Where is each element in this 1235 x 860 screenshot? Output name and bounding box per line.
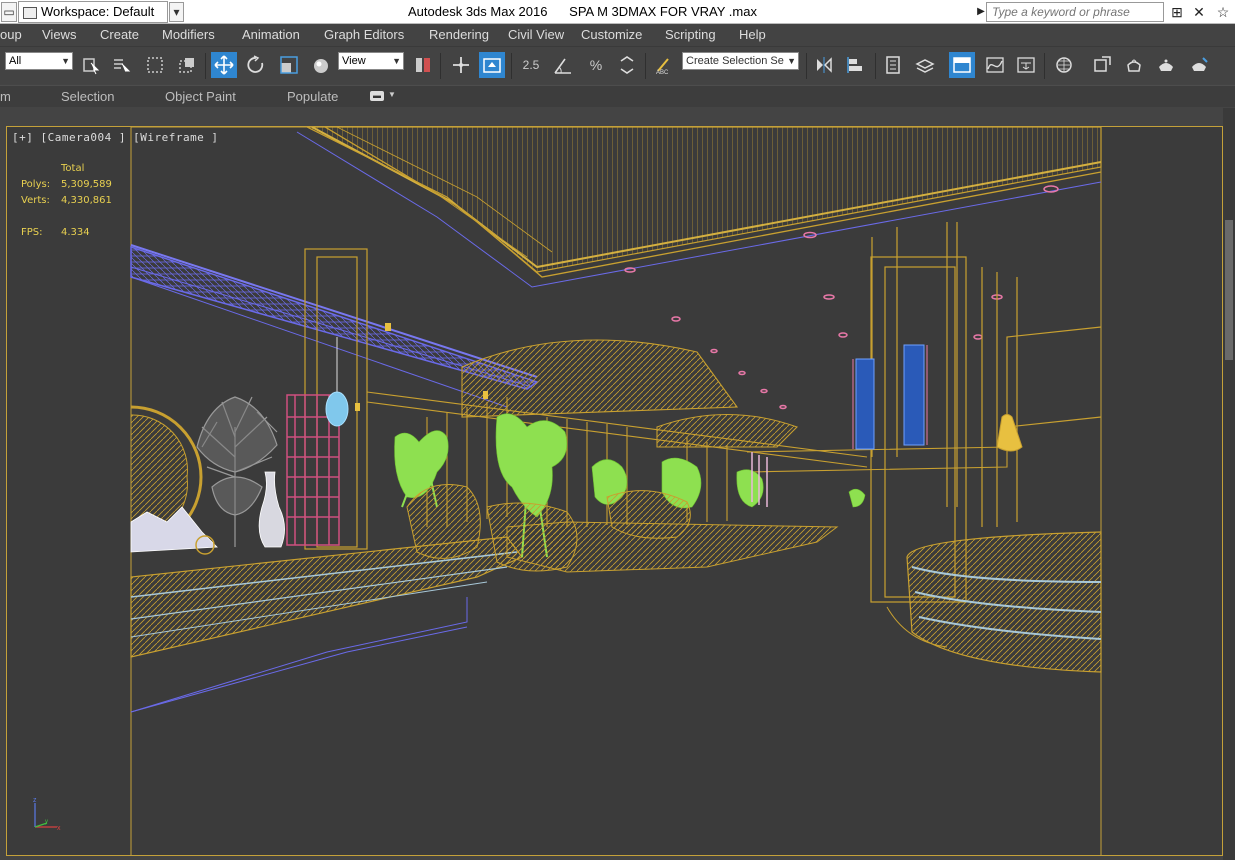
schematic-view-icon[interactable] <box>1013 52 1039 78</box>
render-setup-icon[interactable] <box>1089 52 1115 78</box>
menu-modifiers[interactable]: Modifiers <box>162 27 215 42</box>
spinner-snap-icon[interactable] <box>614 52 640 78</box>
binoculars-icon[interactable]: ⊞ <box>1168 3 1186 21</box>
render-iterative-icon[interactable] <box>1186 52 1212 78</box>
ribbon-tab-selection[interactable]: Selection <box>61 89 114 104</box>
main-toolbar: All ▼ View ▼ 2.5 % ABC Create Selection … <box>0 46 1235 84</box>
chevron-down-icon: ▼ <box>61 56 70 66</box>
menu-group[interactable]: oup <box>0 27 22 42</box>
ribbon-tab-populate[interactable]: Populate <box>287 89 338 104</box>
reference-coord-dropdown[interactable]: View ▼ <box>338 52 404 70</box>
app-icon[interactable]: ▭ <box>1 2 17 22</box>
chevron-down-icon: ▼ <box>787 56 796 66</box>
axis-gizmo-icon: z x y <box>33 797 61 832</box>
material-editor-icon[interactable] <box>1051 52 1077 78</box>
angle-snap-icon[interactable] <box>550 52 576 78</box>
chevron-down-icon: ▼ <box>392 56 401 66</box>
toggle-ribbon-icon[interactable] <box>949 52 975 78</box>
select-object-icon[interactable] <box>78 52 104 78</box>
stats-header: Total <box>61 163 85 174</box>
workspace-label: Workspace: Default <box>41 4 155 19</box>
ribbon-options-icon[interactable]: ▬ <box>370 91 384 101</box>
right-scrollbar[interactable] <box>1223 108 1235 860</box>
rectangle-selection-icon[interactable] <box>142 52 168 78</box>
pivot-center-icon[interactable] <box>410 52 436 78</box>
stats-polys-value: 5,309,589 <box>61 179 112 190</box>
reference-coord-value: View <box>342 55 366 67</box>
svg-text:y: y <box>45 819 48 825</box>
placement-icon[interactable] <box>309 52 335 78</box>
window-crossing-icon[interactable] <box>174 52 200 78</box>
menu-views[interactable]: Views <box>42 27 76 42</box>
ribbon-tab-object-paint[interactable]: Object Paint <box>165 89 236 104</box>
align-icon[interactable] <box>843 52 869 78</box>
scale-icon[interactable] <box>276 52 302 78</box>
svg-text:ABC: ABC <box>656 70 669 75</box>
menu-graph-editors[interactable]: Graph Editors <box>324 27 404 42</box>
workspace-dropdown[interactable]: Workspace: Default <box>18 1 168 23</box>
scrollbar-thumb[interactable] <box>1225 220 1233 360</box>
app-window: ▭ Workspace: Default ▾ Autodesk 3ds Max … <box>0 0 1235 860</box>
percent-snap-icon[interactable]: % <box>583 52 609 78</box>
menu-civil-view[interactable]: Civil View <box>508 27 564 42</box>
menu-create[interactable]: Create <box>100 27 139 42</box>
x-tool-icon[interactable]: ✕ <box>1190 3 1208 21</box>
chevron-down-icon[interactable]: ▼ <box>388 90 396 99</box>
viewport-label[interactable]: [+] [Camera004 ] [Wireframe ] <box>12 131 219 144</box>
rendered-frame-window-icon[interactable] <box>1121 52 1147 78</box>
menu-animation[interactable]: Animation <box>242 27 300 42</box>
stats-fps-value: 4.334 <box>61 227 90 238</box>
ribbon-bar: m Selection Object Paint Populate ▬ ▼ <box>0 85 1235 107</box>
move-icon[interactable] <box>211 52 237 78</box>
select-manipulate-icon[interactable] <box>448 52 474 78</box>
toggle-scene-explorer-icon[interactable] <box>880 52 906 78</box>
menu-bar: oup Views Create Modifiers Animation Gra… <box>0 24 1235 46</box>
stats-verts-value: 4,330,861 <box>61 195 112 206</box>
wireframe-scene <box>130 127 1102 855</box>
title-bar: ▭ Workspace: Default ▾ Autodesk 3ds Max … <box>0 0 1235 24</box>
stats-fps-label: FPS: <box>21 227 43 238</box>
named-selection-set-dropdown[interactable]: Create Selection Se ▼ <box>682 52 799 70</box>
curve-editor-icon[interactable] <box>982 52 1008 78</box>
selection-set-value: Create Selection Se <box>686 55 784 67</box>
toggle-layer-explorer-icon[interactable] <box>912 52 938 78</box>
snap-value: 2.5 <box>522 58 540 72</box>
menu-customize[interactable]: Customize <box>581 27 642 42</box>
window-title: Autodesk 3ds Max 2016 SPA M 3DMAX FOR VR… <box>408 4 757 19</box>
edit-named-selection-icon[interactable]: ABC <box>651 52 677 78</box>
menu-scripting[interactable]: Scripting <box>665 27 716 42</box>
selection-filter-dropdown[interactable]: All ▼ <box>5 52 73 70</box>
ribbon-tab-modeling[interactable]: m <box>0 89 11 104</box>
menu-help[interactable]: Help <box>739 27 766 42</box>
snap-toggle-icon[interactable]: 2.5 <box>518 52 544 78</box>
stats-verts-label: Verts: <box>21 195 50 206</box>
render-production-icon[interactable] <box>1153 52 1179 78</box>
svg-text:z: z <box>33 797 37 804</box>
rotate-icon[interactable] <box>243 52 269 78</box>
menu-rendering[interactable]: Rendering <box>429 27 489 42</box>
search-input[interactable] <box>986 2 1164 22</box>
camera-viewport[interactable]: [+] [Camera004 ] [Wireframe ] Total Poly… <box>6 126 1223 856</box>
select-by-name-icon[interactable] <box>108 52 134 78</box>
workspace-icon <box>23 6 37 19</box>
svg-text:x: x <box>57 825 61 832</box>
mirror-icon[interactable] <box>811 52 837 78</box>
selection-filter-value: All <box>9 55 22 67</box>
star-icon[interactable]: ☆ <box>1214 3 1232 21</box>
chevron-down-icon[interactable]: ▾ <box>169 2 184 22</box>
stats-polys-label: Polys: <box>21 179 51 190</box>
viewport-area: [+] [Camera004 ] [Wireframe ] Total Poly… <box>0 108 1235 860</box>
keyboard-shortcut-override-icon[interactable] <box>479 52 505 78</box>
